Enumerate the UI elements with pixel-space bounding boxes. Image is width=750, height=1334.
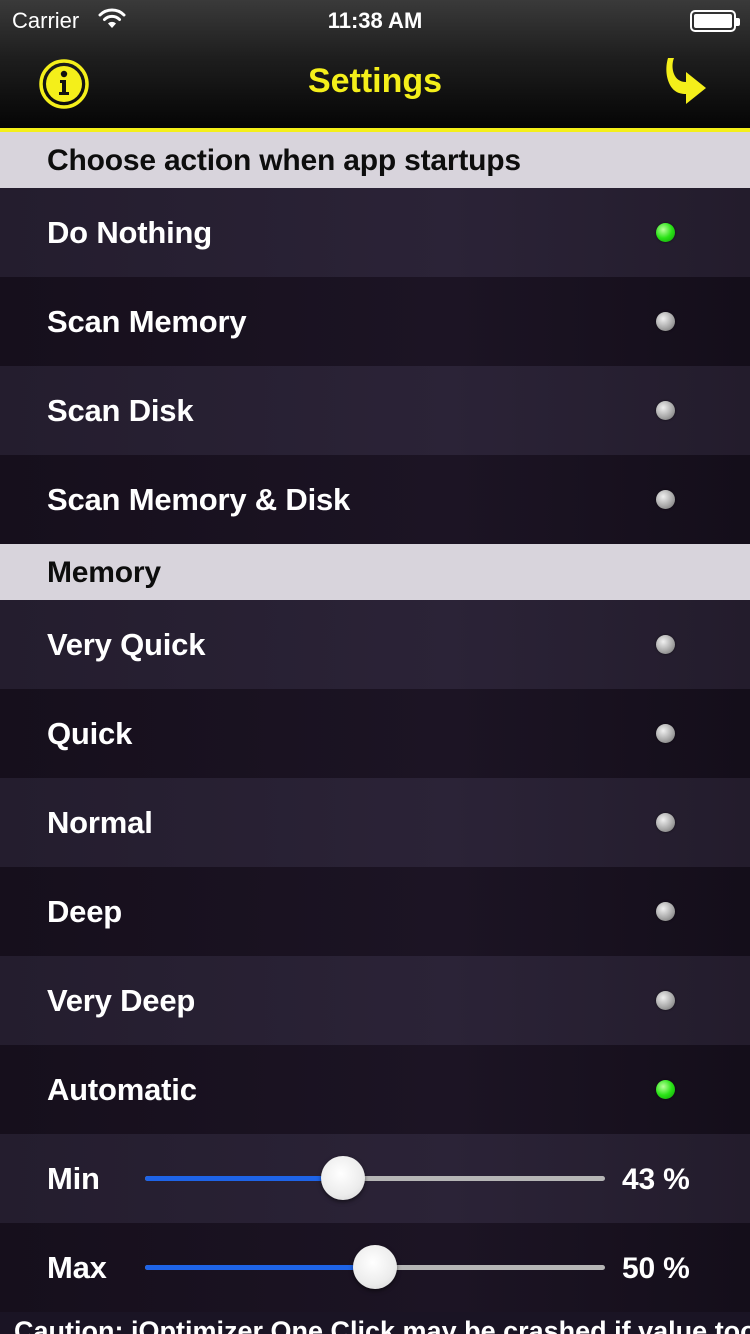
min-value: 43 % [622,1163,690,1196]
battery-icon [690,10,740,32]
max-slider-fill [145,1265,375,1270]
settings-list: Choose action when app startups Do Nothi… [0,132,750,1312]
option-scan-memory-disk[interactable]: Scan Memory & Disk [0,455,750,544]
selected-indicator-icon [656,223,675,242]
clock: 11:38 AM [327,8,423,33]
option-label: Scan Memory & Disk [47,482,351,517]
option-quick[interactable]: Quick [0,689,750,778]
caution-text: Caution: iOptimizer One Click may be cra… [14,1316,750,1334]
option-normal[interactable]: Normal [0,778,750,867]
max-slider-row: Max 50 % [0,1223,750,1312]
option-label: Automatic [47,1072,197,1107]
section-header-startup: Choose action when app startups [0,132,750,188]
section-header-memory: Memory [0,544,750,600]
option-label: Scan Disk [47,393,194,428]
nav-title: Settings [307,62,443,100]
min-slider-fill [145,1176,343,1181]
unselected-indicator-icon [656,490,675,509]
unselected-indicator-icon [656,724,675,743]
min-slider-row: Min 43 % [0,1134,750,1223]
option-scan-memory[interactable]: Scan Memory [0,277,750,366]
share-arrow-icon[interactable] [662,54,710,114]
option-deep[interactable]: Deep [0,867,750,956]
nav-bar: Settings [0,40,750,128]
option-do-nothing[interactable]: Do Nothing [0,188,750,277]
option-label: Deep [47,894,123,929]
unselected-indicator-icon [656,401,675,420]
option-label: Do Nothing [47,215,213,250]
option-very-deep[interactable]: Very Deep [0,956,750,1045]
max-value: 50 % [622,1252,690,1285]
option-very-quick[interactable]: Very Quick [0,600,750,689]
unselected-indicator-icon [656,991,675,1010]
max-label: Max [47,1250,107,1285]
selected-indicator-icon [656,1080,675,1099]
option-label: Scan Memory [47,304,247,339]
unselected-indicator-icon [656,635,675,654]
option-label: Very Quick [47,627,206,662]
settings-screen: Carrier 11:38 AM Settings Choose action … [0,0,750,1334]
option-label: Very Deep [47,983,196,1018]
unselected-indicator-icon [656,312,675,331]
option-automatic[interactable]: Automatic [0,1045,750,1134]
option-label: Quick [47,716,133,751]
option-scan-disk[interactable]: Scan Disk [0,366,750,455]
unselected-indicator-icon [656,902,675,921]
min-slider-thumb[interactable] [320,1156,365,1200]
unselected-indicator-icon [656,813,675,832]
top-bar: Carrier 11:38 AM Settings [0,0,750,128]
max-slider-thumb[interactable] [353,1245,397,1289]
min-slider-track[interactable] [145,1176,605,1181]
min-label: Min [47,1161,100,1196]
status-bar: Carrier 11:38 AM [0,0,750,40]
option-label: Normal [47,805,153,840]
